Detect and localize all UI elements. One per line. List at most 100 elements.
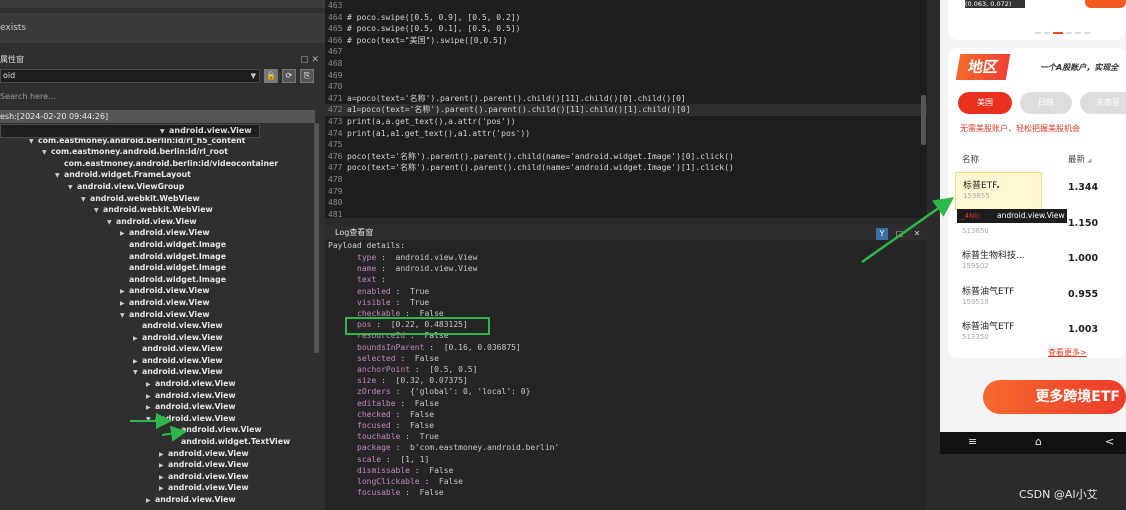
header-window-buttons[interactable]: ▢ ✕	[300, 52, 319, 68]
editor-scrollbar[interactable]	[921, 95, 926, 145]
filter-button[interactable]: Y	[875, 228, 888, 240]
code-line[interactable]: 463	[325, 0, 927, 12]
tree-node[interactable]: ▼ android.view.View	[0, 124, 260, 138]
payload-separator: :	[376, 275, 396, 285]
tree-node[interactable]: ▶ android.view.View	[0, 494, 315, 506]
lock-button[interactable]: 🔒	[264, 69, 278, 83]
code-line[interactable]: 481	[325, 209, 927, 218]
menu-icon[interactable]: ≡	[968, 435, 977, 448]
back-icon[interactable]: <	[1105, 435, 1114, 448]
collapsed-arrow-icon[interactable]: ▶	[120, 298, 129, 310]
tree-node[interactable]: ▶ android.view.View	[0, 355, 315, 367]
tree-node[interactable]: ▼ android.webkit.WebView	[0, 204, 315, 216]
expanded-arrow-icon[interactable]: ▼	[94, 205, 103, 217]
refresh-button[interactable]: ⟳	[282, 69, 296, 83]
tree-node[interactable]: android.widget.Image	[0, 274, 315, 286]
tree-node[interactable]: ▶ android.view.View	[0, 227, 315, 239]
expanded-arrow-icon[interactable]: ▼	[133, 367, 142, 379]
column-latest-header[interactable]: 最新 ◢	[1068, 153, 1092, 165]
expanded-arrow-icon[interactable]: ▼	[42, 147, 51, 159]
payload-row: text :	[357, 274, 396, 285]
close-button[interactable]: ✕	[911, 228, 923, 240]
tree-node[interactable]: android.widget.Image	[0, 262, 315, 274]
tree-node[interactable]: ▼ android.view.View	[0, 413, 315, 425]
tree-node[interactable]: android.view.View	[0, 343, 315, 355]
expanded-arrow-icon[interactable]: ▼	[55, 170, 64, 182]
home-icon[interactable]: ⌂	[1035, 435, 1042, 448]
tree-node[interactable]: ▼ com.eastmoney.android.berlin:id/rl_root	[0, 146, 315, 158]
tree-node[interactable]: ▼ android.widget.FrameLayout	[0, 169, 315, 181]
tree-node[interactable]: ▶ android.view.View	[0, 482, 315, 494]
tree-node[interactable]: ▶ android.view.View	[0, 471, 315, 483]
tree-node[interactable]: android.widget.Image	[0, 239, 315, 251]
chip-japan-korea[interactable]: 日韩	[1020, 92, 1072, 114]
tree-node[interactable]: android.widget.TextView	[0, 436, 315, 448]
maximize-button[interactable]: ▢	[893, 228, 905, 240]
tree-node[interactable]: ▶ android.view.View	[0, 378, 315, 390]
expanded-arrow-icon[interactable]: ▼	[120, 310, 129, 322]
payload-separator: :	[395, 398, 415, 408]
tree-node[interactable]: ▶ android.view.View	[0, 285, 315, 297]
tree-node[interactable]: ▶ android.view.View	[0, 297, 315, 309]
code-line[interactable]: 476 poco(text='名称').parent().parent().chi…	[325, 151, 927, 163]
see-more-link[interactable]: 查看更多>	[1048, 347, 1087, 358]
tree-node[interactable]: android.widget.Image	[0, 251, 315, 263]
tree-scrollbar[interactable]	[314, 123, 319, 353]
fund-row[interactable]: 标普生物科技... 159502 1.000	[948, 245, 1126, 279]
tree-node[interactable]: ▶ android.view.View	[0, 332, 315, 344]
tree-node[interactable]: ▼ android.webkit.WebView	[0, 193, 315, 205]
payload-key: size	[357, 376, 377, 386]
expanded-arrow-icon[interactable]: ▼	[68, 182, 77, 194]
tree-node-label: com.eastmoney.android.berlin:id/rl_root	[51, 147, 228, 157]
code-line[interactable]: 466 # poco(text="美国").swipe([0,0.5])	[325, 35, 927, 47]
code-line[interactable]: 467	[325, 46, 927, 58]
tree-node[interactable]: com.eastmoney.android.berlin:id/videocon…	[0, 158, 315, 170]
collapsed-arrow-icon[interactable]: ▶	[146, 379, 155, 391]
tree-node[interactable]: android.view.View	[0, 424, 315, 436]
code-line[interactable]: 477 poco(text='名称').parent().parent().chi…	[325, 162, 927, 174]
code-line[interactable]: 474 print(a1,a1.get_text(),a1.attr('pos')…	[325, 128, 927, 140]
refresh-timestamp-row[interactable]: esh:[2024-02-20 09:44:26]	[0, 110, 315, 123]
highlight-fund-code: 159655	[963, 192, 990, 200]
tree-node[interactable]: ▶ android.view.View	[0, 448, 315, 460]
code-line[interactable]: 473 print(a,a.get_text(),a.attr('pos'))	[325, 116, 927, 128]
code-line[interactable]: 478	[325, 174, 927, 186]
code-line[interactable]: 479	[325, 186, 927, 198]
tree-node[interactable]: ▶ android.view.View	[0, 390, 315, 402]
expanded-arrow-icon[interactable]: ▼	[107, 217, 116, 229]
line-number: 481	[328, 209, 343, 218]
code-line[interactable]: 465 # poco.swipe([0.5, 0.1], [0.5, 0.5])	[325, 23, 927, 35]
screenshot-button[interactable]: ⎘	[300, 69, 314, 83]
script-editor[interactable]: 463 464 # poco.swipe([0.5, 0.9], [0.5, 0.2…	[325, 0, 927, 218]
tree-node[interactable]: android.view.View	[0, 320, 315, 332]
chip-southeast-asia[interactable]: 东南亚	[1080, 92, 1126, 114]
code-line[interactable]: 464 # poco.swipe([0.5, 0.9], [0.5, 0.2])	[325, 12, 927, 24]
expanded-arrow-icon[interactable]: ▼	[146, 414, 155, 426]
chip-usa[interactable]: 美国	[958, 92, 1012, 114]
panel-top-strip	[0, 0, 325, 8]
tree-search-input[interactable]: Search here...	[0, 90, 325, 104]
device-select[interactable]: oid ▼	[0, 69, 260, 83]
code-line[interactable]: 472 a1=poco(text='名称').parent().parent().…	[325, 104, 927, 116]
tree-node[interactable]: ▼ android.view.View	[0, 216, 315, 228]
payload-separator: :	[381, 454, 401, 464]
tree-node[interactable]: ▶ android.view.View	[0, 401, 315, 413]
banner-button[interactable]	[1085, 0, 1126, 8]
line-number: 466	[328, 35, 343, 45]
code-line[interactable]: 469	[325, 70, 927, 82]
more-cross-border-etf-button[interactable]: 更多跨境ETF	[983, 380, 1126, 414]
code-line[interactable]: 480	[325, 197, 927, 209]
tree-node[interactable]: ▼ android.view.View	[0, 309, 315, 321]
fund-row[interactable]: 标普油气ETF 513350 1.003	[948, 316, 1126, 350]
code-line[interactable]: 470	[325, 81, 927, 93]
code-line[interactable]: 468	[325, 58, 927, 70]
tree-node[interactable]: ▼ android.view.ViewGroup	[0, 181, 315, 193]
expanded-arrow-icon[interactable]: ▼	[81, 194, 90, 206]
expanded-arrow-icon[interactable]: ▼	[160, 126, 169, 138]
tree-node[interactable]: ▼ android.view.View	[0, 366, 315, 378]
code-line[interactable]: 471 a=poco(text='名称').parent().parent().c…	[325, 93, 927, 105]
fund-row[interactable]: 标普油气ETF 159518 0.955	[948, 281, 1126, 315]
code-line[interactable]: 475	[325, 139, 927, 151]
tree-node[interactable]: ▶ android.view.View	[0, 459, 315, 471]
collapsed-arrow-icon[interactable]: ▶	[146, 495, 155, 507]
